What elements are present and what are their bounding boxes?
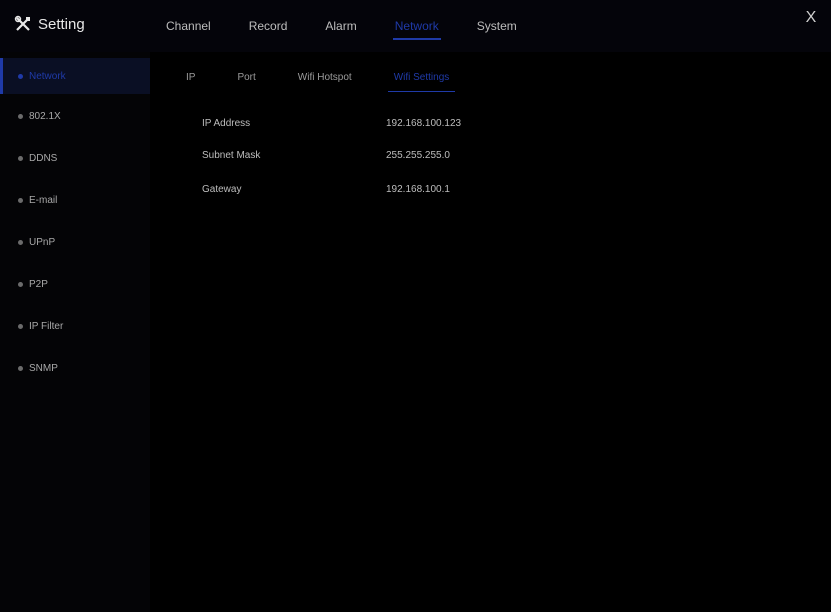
brand: Setting — [14, 13, 85, 35]
network-icon — [18, 73, 23, 79]
sidebar-item-label: P2P — [29, 278, 48, 290]
ip-address-label: IP Address — [202, 118, 251, 129]
sidebar-item-ddns[interactable]: DDNS — [0, 140, 150, 176]
gateway-row: Gateway 192.168.100.1 — [202, 180, 542, 200]
tools-icon — [14, 15, 32, 33]
sidebar-item-label: E-mail — [29, 194, 58, 206]
sidebar-item-label: DDNS — [29, 152, 58, 164]
sidebar: Network 802.1X DDNS E-mail UPnP P2P IP F… — [0, 52, 150, 612]
subnet-mask-value: 255.255.255.0 — [386, 150, 450, 161]
sidebar-item-label: SNMP — [29, 362, 58, 374]
email-icon — [18, 197, 23, 203]
close-icon: X — [805, 9, 817, 26]
settings-window: Setting Channel Record Alarm Network Sys… — [0, 0, 831, 612]
sidebar-item-8021x[interactable]: 802.1X — [0, 98, 150, 134]
sidebar-item-label: IP Filter — [29, 320, 64, 332]
gateway-label: Gateway — [202, 184, 242, 195]
tab-record[interactable]: Record — [243, 15, 294, 37]
subnet-mask-row: Subnet Mask 255.255.255.0 — [202, 146, 542, 166]
main-tabs: Channel Record Alarm Network System — [160, 0, 549, 52]
sidebar-item-email[interactable]: E-mail — [0, 182, 150, 218]
upnp-icon — [18, 239, 23, 245]
sidebar-item-label: 802.1X — [29, 110, 61, 122]
tab-alarm[interactable]: Alarm — [319, 15, 362, 37]
ddns-icon — [18, 155, 23, 161]
gateway-value: 192.168.100.1 — [386, 184, 450, 195]
sidebar-item-snmp[interactable]: SNMP — [0, 350, 150, 386]
page-title: Setting — [38, 15, 85, 33]
p2p-icon — [18, 281, 23, 287]
tab-channel[interactable]: Channel — [160, 15, 217, 37]
sidebar-item-label: Network — [29, 70, 66, 82]
subtab-wifi-settings[interactable]: Wifi Settings — [387, 69, 456, 92]
sub-tabs: IP Port Wifi Hotspot Wifi Settings — [180, 64, 485, 92]
subtab-port[interactable]: Port — [231, 69, 261, 86]
ip-address-row: IP Address 192.168.100.123 — [202, 114, 542, 134]
tab-system[interactable]: System — [471, 15, 523, 37]
8021x-icon — [18, 113, 23, 119]
sidebar-item-network[interactable]: Network — [0, 58, 150, 94]
tab-network[interactable]: Network — [389, 15, 445, 40]
top-bar: Setting Channel Record Alarm Network Sys… — [0, 0, 831, 52]
sidebar-item-ip-filter[interactable]: IP Filter — [0, 308, 150, 344]
filter-icon — [18, 323, 23, 329]
sidebar-item-p2p[interactable]: P2P — [0, 266, 150, 302]
sidebar-item-upnp[interactable]: UPnP — [0, 224, 150, 260]
close-button[interactable]: X — [801, 8, 821, 28]
subnet-mask-label: Subnet Mask — [202, 150, 261, 161]
ip-address-value: 192.168.100.123 — [386, 118, 462, 129]
subtab-ip[interactable]: IP — [180, 69, 201, 86]
snmp-icon — [18, 365, 23, 371]
subtab-wifi-hotspot[interactable]: Wifi Hotspot — [292, 69, 358, 86]
sidebar-item-label: UPnP — [29, 236, 56, 248]
